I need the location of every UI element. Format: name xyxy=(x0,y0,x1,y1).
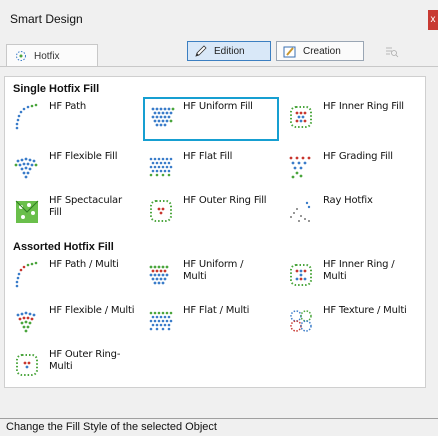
item-label: HF Outer Ring Fill xyxy=(183,195,267,206)
hf-inner-ring-multi-icon xyxy=(290,264,312,286)
item-label: Ray Hotfix xyxy=(323,195,373,206)
hf-flexible-multi-icon xyxy=(16,311,36,333)
hf-grading-fill-icon xyxy=(289,156,311,179)
item-hf-outer-ring-fill[interactable]: HF Outer Ring Fill xyxy=(143,191,273,231)
item-hf-flat-multi[interactable]: HF Flat / Multi xyxy=(143,301,273,341)
creation-label: Creation xyxy=(303,46,341,57)
item-label: HF Uniform / Multi xyxy=(183,259,244,282)
section-title-single: Single Hotfix Fill xyxy=(13,83,100,95)
ray-hotfix-icon xyxy=(290,201,311,222)
item-hf-outer-ring-multi[interactable]: HF Outer Ring-Multi xyxy=(9,345,139,385)
item-hf-flexible-multi[interactable]: HF Flexible / Multi xyxy=(9,301,139,341)
hotfix-tab-icon xyxy=(16,51,26,61)
item-hf-path[interactable]: HF Path xyxy=(9,97,139,137)
item-label: HF Uniform Fill xyxy=(183,101,253,112)
item-label: HF Path xyxy=(49,101,87,112)
item-label: HF Texture / Multi xyxy=(323,305,407,316)
hf-uniform-fill-icon xyxy=(151,107,175,127)
hf-spectacular-fill-icon xyxy=(15,200,39,223)
item-hf-flat-fill[interactable]: HF Flat Fill xyxy=(143,147,273,187)
status-text: Change the Fill Style of the selected Ob… xyxy=(6,421,217,433)
hf-uniform-multi-icon xyxy=(149,265,169,285)
hf-flexible-fill-icon xyxy=(14,157,38,179)
title-bar: Smart Design x xyxy=(0,0,438,33)
hf-path-multi-icon xyxy=(15,261,38,288)
section-title-assorted: Assorted Hotfix Fill xyxy=(13,241,114,253)
hf-outer-ring-fill-icon xyxy=(150,200,172,222)
creation-button[interactable]: Creation xyxy=(276,41,364,61)
item-hf-spectacular-fill[interactable]: HF Spectacular Fill xyxy=(9,191,139,231)
item-hf-uniform-multi[interactable]: HF Uniform / Multi xyxy=(143,255,273,295)
creation-icon xyxy=(283,46,296,58)
item-label: HF Flat Fill xyxy=(183,151,233,162)
pencil-icon xyxy=(195,45,207,57)
item-hf-texture-multi[interactable]: HF Texture / Multi xyxy=(283,301,413,341)
item-label: HF Spectacular Fill xyxy=(49,195,122,218)
item-hf-path-multi[interactable]: HF Path / Multi xyxy=(9,255,139,295)
item-hf-flexible-fill[interactable]: HF Flexible Fill xyxy=(9,147,139,187)
item-ray-hotfix[interactable]: Ray Hotfix xyxy=(283,191,413,231)
hf-inner-ring-fill-icon xyxy=(290,106,312,128)
hf-path-icon xyxy=(15,103,38,130)
item-label: HF Path / Multi xyxy=(49,259,119,270)
fill-style-panel: Single Hotfix Fill HF Path HF Uniform Fi… xyxy=(4,76,426,388)
tab-hotfix-label: Hotfix xyxy=(34,51,60,62)
hf-flat-multi-icon xyxy=(149,311,173,331)
item-label: HF Inner Ring / Multi xyxy=(323,259,395,282)
toolbar: Hotfix Edition Creation xyxy=(0,38,438,74)
hf-outer-ring-multi-icon xyxy=(16,354,38,376)
window-title: Smart Design xyxy=(10,12,83,26)
close-button[interactable]: x xyxy=(428,10,438,30)
item-hf-uniform-fill[interactable]: HF Uniform Fill xyxy=(143,97,279,141)
item-label: HF Outer Ring-Multi xyxy=(49,349,121,372)
item-label: HF Grading Fill xyxy=(323,151,393,162)
tab-hotfix[interactable]: Hotfix xyxy=(6,44,98,67)
item-label: HF Inner Ring Fill xyxy=(323,101,404,112)
tab-divider xyxy=(0,66,438,67)
hf-texture-multi-icon xyxy=(290,310,312,332)
item-label: HF Flat / Multi xyxy=(183,305,250,316)
item-hf-inner-ring-fill[interactable]: HF Inner Ring Fill xyxy=(283,97,413,137)
item-hf-inner-ring-multi[interactable]: HF Inner Ring / Multi xyxy=(283,255,413,295)
edition-button[interactable]: Edition xyxy=(187,41,271,61)
status-bar: Change the Fill Style of the selected Ob… xyxy=(0,418,438,436)
magnifier-icon[interactable] xyxy=(385,45,399,58)
hf-flat-fill-icon xyxy=(149,157,173,177)
item-label: HF Flexible Fill xyxy=(49,151,118,162)
item-hf-grading-fill[interactable]: HF Grading Fill xyxy=(283,147,413,187)
edition-label: Edition xyxy=(214,46,245,57)
item-label: HF Flexible / Multi xyxy=(49,305,135,316)
